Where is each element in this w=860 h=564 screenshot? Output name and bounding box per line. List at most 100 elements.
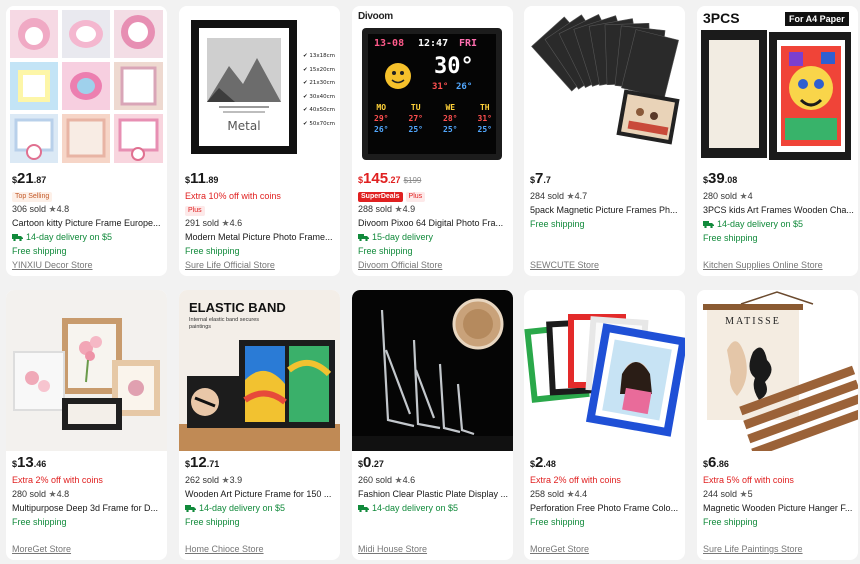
store-link[interactable]: Home Chioce Store [185,544,264,554]
rating-value: 5 [747,489,753,499]
size-option: ✔ 21x30cm [303,80,335,87]
shipping-info: Free shipping [185,246,240,256]
product-card[interactable]: $2.48 Extra 2% off with coins 258 sold ★… [524,290,685,560]
sold-rating: 280 sold ★4.8 [12,488,163,502]
sold-count: 306 sold [12,204,47,214]
rating-value: 3.9 [229,475,243,485]
star-icon: ★ [566,489,575,499]
cartoon-frames-image[interactable] [6,6,167,167]
sold-count: 280 sold [12,489,47,499]
price: $11.89 [185,170,219,187]
star-icon: ★ [394,204,403,214]
rating-value: 4.6 [229,218,243,228]
product-title[interactable]: Perforation Free Photo Frame Colo... [530,502,681,516]
sold-count: 284 sold [530,191,565,201]
magnetic-frames-image[interactable] [524,6,685,167]
store-link[interactable]: SEWCUTE Store [530,260,599,270]
product-title[interactable]: 5pack Magnetic Picture Frames Ph... [530,204,681,218]
display-day: FRI [459,38,478,49]
store-link[interactable]: YINXIU Decor Store [12,260,93,270]
store-link[interactable]: MoreGet Store [530,544,589,554]
store-link[interactable]: MoreGet Store [12,544,71,554]
kids-art-frame-image[interactable]: 3PCS For A4 Paper [697,6,858,167]
sold-count: 260 sold [358,475,393,485]
badge-row: SuperDeals Plus [358,190,509,203]
product-title[interactable]: Divoom Pixoo 64 Digital Photo Fra... [358,217,509,231]
coin-promo: Extra 2% off with coins [530,475,621,485]
truck-icon [703,221,714,228]
price: $21.87 [12,170,47,187]
product-title[interactable]: Cartoon kitty Picture Frame Europe... [12,217,163,231]
product-card[interactable]: 3PCS For A4 Paper $39.08 280 sold ★4 3PC… [697,6,858,276]
size-option: ✔ 13x18cm [303,53,335,59]
product-card[interactable]: $7.7 284 sold ★4.7 5pack Magnetic Pictur… [524,6,685,276]
delivery-info: 14-day delivery on $5 [703,218,854,232]
top-selling-badge: Top Selling [12,191,53,202]
sold-rating: 284 sold ★4.7 [530,190,681,204]
star-icon: ★ [394,475,403,485]
price: $7.7 [530,170,551,187]
shadow-box-image[interactable] [6,290,167,451]
coin-promo: Extra 10% off with coins [185,191,281,201]
store-link[interactable]: Midi House Store [358,544,427,554]
sold-rating: 280 sold ★4 [703,190,854,204]
store-link[interactable]: Kitchen Supplies Online Store [703,260,823,270]
size-option: ✔ 40x50cm [303,107,335,114]
display-time: 12:47 [418,38,449,49]
store-link[interactable]: Divoom Official Store [358,260,442,270]
product-title[interactable]: Magnetic Wooden Picture Hanger F... [703,502,854,516]
plus-badge: Plus [185,205,205,216]
sold-rating: 258 sold ★4.4 [530,488,681,502]
price: $39.08 [703,170,738,187]
size-option: ✔ 50x70cm [303,120,335,127]
coin-promo: Extra 2% off with coins [12,475,103,485]
sold-count: 280 sold [703,191,738,201]
price: $2.48 [530,454,556,471]
brand-logo: Divoom [358,11,393,22]
product-title[interactable]: Fashion Clear Plastic Plate Display ... [358,488,509,502]
product-card[interactable]: ELASTIC BAND Internal elastic band secur… [179,290,340,560]
size-list: ✔ 13x18cm ✔ 15x20cm ✔ 21x30cm ✔ 30x40cm … [303,50,335,132]
star-icon: ★ [221,218,230,228]
store-link[interactable]: Sure Life Official Store [185,260,275,270]
sold-rating: 288 sold ★4.9 [358,203,509,217]
superdeals-badge: SuperDeals [358,191,403,202]
size-option: ✔ 30x40cm [303,93,335,100]
forecast-day: WE 28° 25° [443,103,458,134]
product-card[interactable]: $21.87 Top Selling 306 sold ★4.8 Cartoon… [6,6,167,276]
color-frames-image[interactable] [524,290,685,451]
sold-count: 262 sold [185,475,220,485]
product-card[interactable]: MATISSE $6.86 Extra 5% off with coins 24… [697,290,858,560]
plate-stand-image[interactable] [352,290,513,451]
truck-icon [185,505,196,512]
product-card[interactable]: $0.27 260 sold ★4.6 Fashion Clear Plasti… [352,290,513,560]
product-title[interactable]: Wooden Art Picture Frame for 150 ... [185,488,336,502]
product-grid: $21.87 Top Selling 306 sold ★4.8 Cartoon… [0,0,860,564]
truck-icon [358,234,369,241]
pixel-display-image[interactable]: Divoom 13-08 12:47 FRI 30° 31° 26° MO 29°… [352,6,513,167]
shipping-info: Free shipping [530,517,585,527]
shipping-info: Free shipping [703,517,758,527]
metal-frame-image[interactable]: Metal ✔ 13x18cm ✔ 15x20cm ✔ 21x30cm ✔ 30… [179,6,340,167]
product-card[interactable]: Metal ✔ 13x18cm ✔ 15x20cm ✔ 21x30cm ✔ 30… [179,6,340,276]
poster-hanger-image[interactable]: MATISSE [697,290,858,451]
display-lo: 26° [456,82,473,92]
rating-value: 4.8 [56,204,70,214]
rating-value: 4.8 [56,489,70,499]
product-card[interactable]: $13.46 Extra 2% off with coins 280 sold … [6,290,167,560]
delivery-info: 14-day delivery on $5 [12,231,163,245]
star-icon: ★ [48,204,57,214]
star-icon: ★ [739,191,748,201]
store-link[interactable]: Sure Life Paintings Store [703,544,803,554]
product-title[interactable]: Multipurpose Deep 3d Frame for D... [12,502,163,516]
rating-value: 4.6 [402,475,416,485]
plus-badge: Plus [405,191,426,202]
product-card[interactable]: Divoom 13-08 12:47 FRI 30° 31° 26° MO 29°… [352,6,513,276]
elastic-band-frame-image[interactable]: ELASTIC BAND Internal elastic band secur… [179,290,340,451]
sold-rating: 260 sold ★4.6 [358,474,509,488]
product-title[interactable]: Modern Metal Picture Photo Frame... [185,231,336,245]
product-title[interactable]: 3PCS kids Art Frames Wooden Cha... [703,204,854,218]
truck-icon [12,234,23,241]
delivery-info: 14-day delivery on $5 [185,502,336,516]
shipping-info: Free shipping [358,246,413,256]
